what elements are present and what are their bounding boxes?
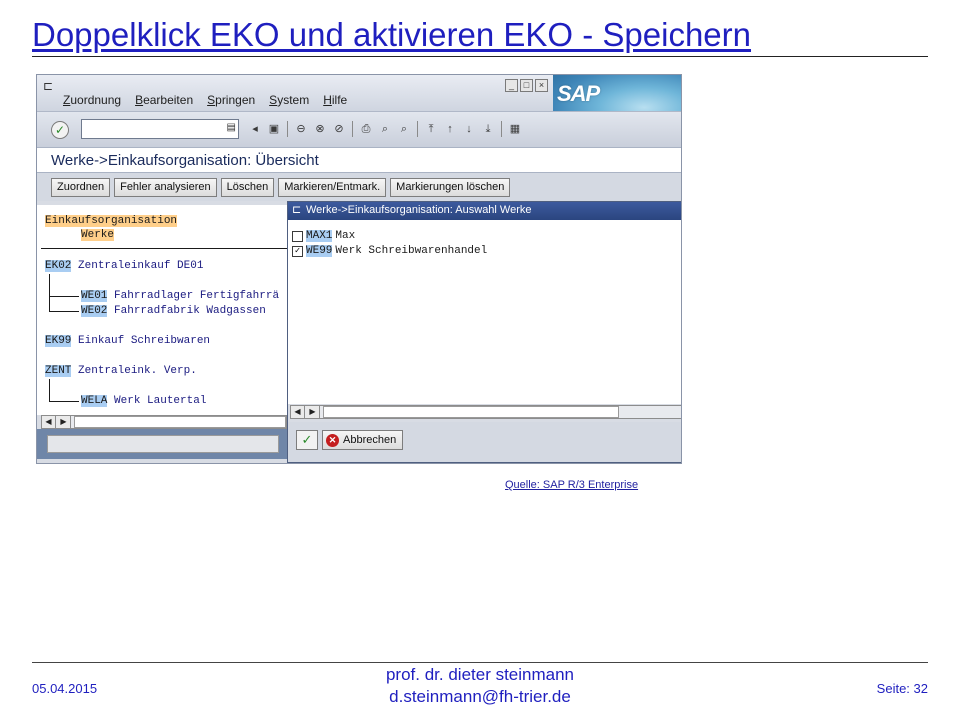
scroll-left-icon[interactable]: ◀ bbox=[42, 416, 56, 428]
window-controls: _ □ × bbox=[505, 79, 548, 92]
tree-node-we01[interactable]: WE01 Fahrradlager Fertigfahrrä bbox=[81, 290, 279, 302]
popup-footer: ✓ ✕ Abbrechen bbox=[288, 422, 681, 462]
checkbox-we99[interactable]: ✓ bbox=[292, 245, 303, 257]
tree-header-werke: Werke bbox=[81, 229, 115, 241]
sap-logo: SAP bbox=[557, 81, 600, 106]
screen-title-bar: Werke->Einkaufsorganisation: Übersicht bbox=[37, 147, 681, 173]
popup-title: Werke->Einkaufsorganisation: Auswahl Wer… bbox=[306, 204, 532, 216]
markieren-button[interactable]: Markieren/Entmark. bbox=[278, 178, 387, 197]
footer-date: 05.04.2015 bbox=[32, 681, 98, 696]
slide-title: Doppelklick EKO und aktivieren EKO - Spe… bbox=[32, 16, 752, 53]
checkbox-max1[interactable] bbox=[292, 230, 303, 242]
previous-page-icon[interactable]: ↑ bbox=[442, 121, 458, 137]
author-name: prof. dr. dieter steinmann bbox=[385, 665, 575, 684]
close-icon[interactable]: × bbox=[535, 79, 548, 92]
toolbar-separator bbox=[417, 121, 418, 137]
cancel-icon[interactable]: ⊘ bbox=[331, 121, 347, 137]
fehler-analysieren-button[interactable]: Fehler analysieren bbox=[114, 178, 217, 197]
menu-bearbeiten[interactable]: Bearbeiten bbox=[135, 93, 193, 107]
plant-name: Werk Schreibwarenhandel bbox=[335, 245, 488, 257]
tree-connector bbox=[49, 379, 50, 401]
list-item: MAX1 Max bbox=[292, 230, 355, 242]
save-icon[interactable]: ▣ bbox=[266, 121, 282, 137]
scroll-right-icon[interactable]: ▶ bbox=[57, 416, 71, 428]
find-icon[interactable]: ⌕ bbox=[377, 121, 393, 137]
standard-toolbar: ✓ ▤ ◂ ▣ ⊖ ⊗ ⊘ ⎙ ⌕ ⌕ ⤒ ↑ ↓ ⤓ ▦ bbox=[37, 111, 681, 147]
customize-layout-icon[interactable]: ▦ bbox=[507, 121, 523, 137]
source-link[interactable]: Quelle: SAP R/3 Enterprise bbox=[505, 479, 638, 491]
tree-node-wela[interactable]: WELA Werk Lautertal bbox=[81, 395, 206, 407]
tree-connector bbox=[49, 311, 79, 312]
tree-connector bbox=[49, 274, 50, 311]
scroll-thumb[interactable] bbox=[323, 406, 619, 418]
toolbar-separator bbox=[501, 121, 502, 137]
tree-node-we02[interactable]: WE02 Fahrradfabrik Wadgassen bbox=[81, 305, 266, 317]
tree-node-zent[interactable]: ZENT Zentraleink. Verp. bbox=[45, 365, 197, 377]
toolbar-separator bbox=[287, 121, 288, 137]
minimize-icon[interactable]: _ bbox=[505, 79, 518, 92]
loeschen-button[interactable]: Löschen bbox=[220, 178, 275, 197]
popup-system-icon: ⊏ bbox=[292, 204, 302, 216]
selection-popup: ⊏ Werke->Einkaufsorganisation: Auswahl W… bbox=[287, 201, 681, 463]
plant-code: WE99 bbox=[306, 245, 333, 257]
footer-divider bbox=[32, 662, 928, 663]
markierungen-loeschen-button[interactable]: Markierungen löschen bbox=[390, 178, 511, 197]
find-next-icon[interactable]: ⌕ bbox=[396, 121, 412, 137]
author-email: d.steinmann@fh-trier.de bbox=[389, 687, 571, 706]
print-icon[interactable]: ⎙ bbox=[358, 121, 374, 137]
application-toolbar: Zuordnen Fehler analysieren Löschen Mark… bbox=[37, 173, 681, 201]
back-arrow-icon[interactable]: ◂ bbox=[247, 121, 263, 137]
tree-connector bbox=[49, 401, 79, 402]
last-page-icon[interactable]: ⤓ bbox=[480, 121, 496, 137]
list-item: ✓ WE99 Werk Schreibwarenhandel bbox=[292, 245, 487, 257]
application-buttons: Zuordnen Fehler analysieren Löschen Mark… bbox=[51, 178, 511, 197]
system-menu-icon[interactable]: ⊏ bbox=[43, 79, 53, 93]
menu-items: Zuordnung Bearbeiten Springen System Hil… bbox=[63, 93, 347, 107]
maximize-icon[interactable]: □ bbox=[520, 79, 533, 92]
menu-system[interactable]: System bbox=[269, 93, 309, 107]
tree-header-ekorg: Einkaufsorganisation bbox=[45, 215, 178, 227]
plant-selection-list: MAX1 Max ✓ WE99 Werk Schreibwarenhandel bbox=[288, 220, 681, 404]
exit-icon[interactable]: ⊗ bbox=[312, 121, 328, 137]
back-icon[interactable]: ⊖ bbox=[293, 121, 309, 137]
tree-node-ek99[interactable]: EK99 Einkauf Schreibwaren bbox=[45, 335, 210, 347]
popup-title-bar[interactable]: ⊏ Werke->Einkaufsorganisation: Auswahl W… bbox=[288, 202, 681, 220]
menu-zuordnung[interactable]: Zuordnung bbox=[63, 93, 121, 107]
tree-horizontal-scrollbar[interactable]: ◀ ▶ bbox=[41, 415, 287, 429]
title-divider bbox=[32, 56, 928, 57]
footer-author: prof. dr. dieter steinmann d.steinmann@f… bbox=[330, 664, 630, 708]
sap-window: ⊏ Zuordnung Bearbeiten Springen System H… bbox=[36, 74, 682, 464]
plant-name: Max bbox=[335, 230, 356, 242]
abbrechen-label: Abbrechen bbox=[343, 434, 397, 446]
status-field bbox=[47, 435, 279, 453]
screen-title: Werke->Einkaufsorganisation: Übersicht bbox=[51, 152, 319, 169]
scroll-right-icon[interactable]: ▶ bbox=[306, 406, 320, 418]
page-number: Seite: 32 bbox=[876, 681, 928, 696]
status-bar bbox=[37, 429, 287, 459]
menu-springen[interactable]: Springen bbox=[207, 93, 255, 107]
abbrechen-button[interactable]: ✕ Abbrechen bbox=[322, 430, 404, 450]
confirm-check-icon[interactable]: ✓ bbox=[296, 430, 318, 450]
tree-divider bbox=[41, 248, 287, 249]
toolbar-icons: ◂ ▣ ⊖ ⊗ ⊘ ⎙ ⌕ ⌕ ⤒ ↑ ↓ ⤓ ▦ bbox=[247, 121, 523, 137]
enter-check-icon[interactable]: ✓ bbox=[51, 121, 69, 139]
toolbar-separator bbox=[352, 121, 353, 137]
popup-horizontal-scrollbar[interactable]: ◀ ▶ bbox=[290, 405, 681, 419]
command-field[interactable]: ▤ bbox=[81, 119, 239, 139]
scroll-thumb[interactable] bbox=[74, 416, 286, 428]
assignment-tree: Einkaufsorganisation Werke EK02 Zentrale… bbox=[37, 205, 287, 415]
cancel-x-icon: ✕ bbox=[326, 433, 339, 447]
zuordnen-button[interactable]: Zuordnen bbox=[51, 178, 111, 197]
tree-node-ek02[interactable]: EK02 Zentraleinkauf DE01 bbox=[45, 260, 203, 272]
first-page-icon[interactable]: ⤒ bbox=[423, 121, 439, 137]
plant-code: MAX1 bbox=[306, 230, 333, 242]
next-page-icon[interactable]: ↓ bbox=[461, 121, 477, 137]
menu-hilfe[interactable]: Hilfe bbox=[323, 93, 347, 107]
command-dropdown-icon[interactable]: ▤ bbox=[227, 122, 236, 133]
tree-connector bbox=[49, 296, 79, 297]
scroll-left-icon[interactable]: ◀ bbox=[291, 406, 305, 418]
